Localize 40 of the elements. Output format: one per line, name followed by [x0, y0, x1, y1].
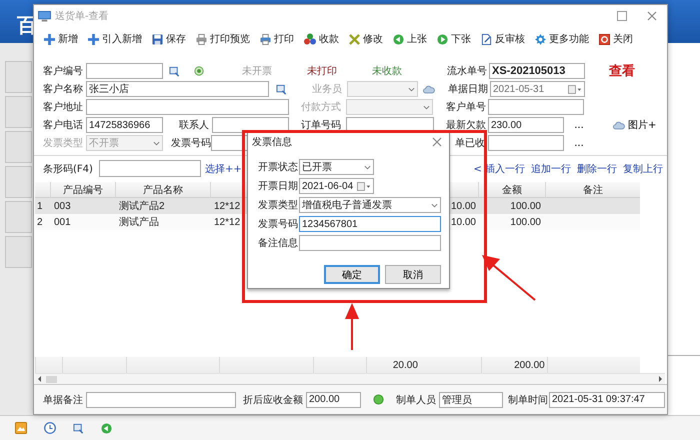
dialog-title: 发票信息: [252, 136, 292, 148]
mode-label: 查看: [609, 62, 635, 80]
table-cell: 12*12: [214, 200, 240, 212]
field-label: 订单号码: [301, 118, 342, 132]
field-label: 客户单号: [446, 100, 487, 114]
field-label: 发票号码: [171, 137, 211, 150]
table-cell-text: 测试产品: [119, 216, 159, 229]
field-label: 单已收: [455, 136, 485, 150]
table-cell: 003: [54, 200, 71, 212]
table-cell: 100.00: [510, 216, 541, 228]
field-label: 付款方式: [301, 100, 342, 114]
window-title: 送货单-查看: [55, 10, 109, 23]
table-cell: 100.00: [510, 200, 541, 212]
table-cell-text: 测试产品2: [119, 200, 165, 213]
field-label: 折后应收金额: [243, 394, 303, 406]
field-label: 客户电话: [43, 118, 84, 132]
status-text: 未开票: [242, 64, 272, 78]
total-cell: 200.00: [514, 360, 545, 370]
field-label: 客户地址: [43, 100, 84, 114]
field-label: 流水单号: [447, 64, 488, 78]
field-label: 客户编号: [43, 64, 84, 78]
field-label: 最新欠款: [446, 118, 487, 132]
status-text: 未打印: [307, 64, 337, 78]
field-label: 制单时间: [508, 394, 546, 406]
table-cell: 12*12: [214, 216, 240, 228]
table-cell: 2: [37, 216, 43, 228]
field-label: 单据备注: [43, 394, 84, 406]
table-cell: 10.00: [450, 216, 476, 228]
status-text: 未收款: [372, 64, 402, 78]
field-label: 业务员: [312, 82, 343, 96]
table-cell: 1: [37, 200, 43, 212]
field-label: 条形码(F4): [43, 162, 94, 176]
field-label: 联系人: [179, 118, 209, 132]
table-cell: 001: [54, 216, 71, 228]
total-cell: 20.00: [392, 360, 418, 370]
field-label: 制单人员: [396, 394, 434, 406]
field-label: 发票类型: [43, 136, 84, 150]
field-label: 客户名称: [43, 82, 84, 96]
field-label: 单据日期: [448, 82, 489, 96]
table-cell: 10.00: [450, 200, 476, 212]
